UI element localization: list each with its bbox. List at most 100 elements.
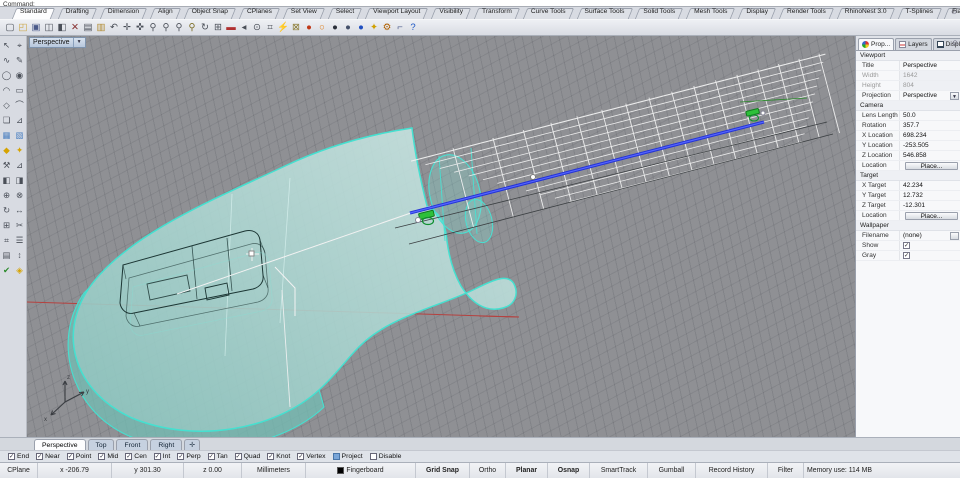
menu-tab-viewport-layout[interactable]: Viewport Layout: [367, 8, 426, 19]
zoom-icon[interactable]: ⚲: [147, 21, 159, 34]
chevron-down-icon[interactable]: ▼: [950, 92, 959, 100]
checkbox-int[interactable]: ✓: [154, 453, 161, 460]
viewport-layout-icon[interactable]: ⊞: [212, 21, 224, 34]
new-viewport-tab-icon[interactable]: ✛: [184, 439, 200, 450]
prop-value[interactable]: -253.505: [900, 141, 960, 150]
prop-value[interactable]: (none): [900, 231, 960, 240]
prop-value[interactable]: Perspective▼: [900, 91, 960, 100]
menu-tab-transform[interactable]: Transform: [476, 8, 518, 19]
sweep-icon[interactable]: ⊿: [13, 113, 26, 128]
menu-tab-t-splines[interactable]: T-Splines: [900, 8, 940, 19]
prop-value[interactable]: ✓: [900, 241, 960, 250]
menu-tab-display[interactable]: Display: [740, 8, 774, 19]
menu-tab-dimension[interactable]: Dimension: [102, 8, 145, 19]
rotate-view-icon[interactable]: ↻: [199, 21, 211, 34]
copy-to-clipboard-icon[interactable]: ◧: [56, 21, 68, 34]
pan-small-icon[interactable]: ◂: [238, 21, 250, 34]
select-arrow-icon[interactable]: ↖: [0, 38, 13, 53]
prop-value-text[interactable]: 42.234: [903, 181, 923, 191]
split-icon[interactable]: ⌗: [0, 233, 13, 248]
tools-icon[interactable]: ✦: [368, 21, 380, 34]
set-view-icon[interactable]: ⊙: [251, 21, 263, 34]
prop-value-text[interactable]: 546.858: [903, 151, 927, 161]
checkbox-quad[interactable]: ✓: [235, 453, 242, 460]
prop-value[interactable]: Place...: [900, 161, 960, 170]
point-icon[interactable]: ⌖: [13, 38, 26, 53]
array-icon[interactable]: ⊞: [0, 218, 13, 233]
viewport-tab-right[interactable]: Right: [150, 439, 182, 450]
rendered-sphere-icon[interactable]: ●: [355, 21, 367, 34]
menu-tab-render-tools[interactable]: Render Tools: [781, 8, 832, 19]
boolean-union-icon[interactable]: ◆: [0, 143, 13, 158]
status-filter[interactable]: Filter: [768, 463, 804, 478]
light-icon[interactable]: ⚡: [277, 21, 289, 34]
osnap-vertex[interactable]: ✓Vertex: [297, 453, 325, 460]
viewport-tab-perspective[interactable]: Perspective: [34, 439, 86, 450]
checkbox-cen[interactable]: ✓: [125, 453, 132, 460]
menu-tab-standard[interactable]: Standard: [14, 8, 53, 19]
checkbox-end[interactable]: ✓: [8, 453, 15, 460]
hide-objects-icon[interactable]: ◨: [13, 173, 26, 188]
osnap-point[interactable]: ✓Point: [67, 453, 92, 460]
osnap-int[interactable]: ✓Int: [154, 453, 171, 460]
chevron-down-icon[interactable]: ▼: [77, 37, 82, 48]
prop-value-text[interactable]: Perspective: [903, 61, 937, 71]
help-icon[interactable]: ?: [407, 21, 419, 34]
shaded-sphere-icon[interactable]: ●: [329, 21, 341, 34]
join-icon[interactable]: ⊕: [0, 188, 13, 203]
menu-tab-surface-tools[interactable]: Surface Tools: [579, 8, 631, 19]
chamfer-icon[interactable]: ⊿: [13, 158, 26, 173]
prop-value[interactable]: Place...: [900, 211, 960, 220]
menu-tab-solid-tools[interactable]: Solid Tools: [637, 8, 681, 19]
explode-icon[interactable]: ⊗: [13, 188, 26, 203]
place-button[interactable]: Place...: [905, 162, 958, 170]
checkbox-project[interactable]: [333, 453, 340, 460]
osnap-knot[interactable]: ✓Knot: [267, 453, 290, 460]
menu-tab-mesh-tools[interactable]: Mesh Tools: [688, 8, 733, 19]
curve-icon[interactable]: ∿: [0, 53, 13, 68]
status-record-history[interactable]: Record History: [696, 463, 768, 478]
viewport-title-tab[interactable]: Perspective ▼: [29, 37, 86, 48]
prop-value[interactable]: Perspective: [900, 61, 960, 70]
prop-value[interactable]: ✓: [900, 251, 960, 260]
boolean-diff-icon[interactable]: ✦: [13, 143, 26, 158]
menu-tab-visibility[interactable]: Visibility: [433, 8, 469, 19]
prop-value-text[interactable]: -12.301: [903, 201, 925, 211]
status-planar[interactable]: Planar: [506, 463, 548, 478]
status-x-206-79[interactable]: x -206.79: [38, 463, 112, 478]
status-z-0-00[interactable]: z 0.00: [184, 463, 242, 478]
polygon-icon[interactable]: ◇: [0, 98, 13, 113]
panel-tab-layers[interactable]: Layers: [895, 38, 932, 50]
checkbox-disable[interactable]: [370, 453, 377, 460]
checkbox-show[interactable]: ✓: [903, 242, 910, 249]
checkbox-tan[interactable]: ✓: [208, 453, 215, 460]
prop-value[interactable]: 546.858: [900, 151, 960, 160]
paste-icon[interactable]: ▥: [95, 21, 107, 34]
arc-icon[interactable]: ◠: [0, 83, 13, 98]
checkbox-vertex[interactable]: ✓: [297, 453, 304, 460]
ellipse-icon[interactable]: ◉: [13, 68, 26, 83]
prop-value[interactable]: 42.234: [900, 181, 960, 190]
menu-tab-set-view[interactable]: Set View: [285, 8, 323, 19]
status-millimeters[interactable]: Millimeters: [242, 463, 306, 478]
ghosted-sphere-icon[interactable]: ●: [342, 21, 354, 34]
viewport-tab-front[interactable]: Front: [116, 439, 148, 450]
checkbox-near[interactable]: ✓: [36, 453, 43, 460]
open-file-icon[interactable]: ◰: [17, 21, 29, 34]
named-view-icon[interactable]: ▬: [225, 21, 237, 34]
panel-tab-prop[interactable]: Prop...: [858, 38, 894, 50]
menu-tab-rhinonest-3-0[interactable]: RhinoNest 3.0: [839, 8, 893, 19]
check-icon[interactable]: ✔: [0, 263, 13, 278]
status-y-301-30[interactable]: y 301.30: [112, 463, 184, 478]
prop-value-text[interactable]: (none): [903, 231, 922, 241]
lock-objects-icon[interactable]: ◧: [0, 173, 13, 188]
status-osnap[interactable]: Osnap: [548, 463, 590, 478]
osnap-perp[interactable]: ✓Perp: [177, 453, 200, 460]
prop-value[interactable]: -12.301: [900, 201, 960, 210]
control-point-curve-icon[interactable]: ✎: [13, 53, 26, 68]
panel-options-icon[interactable]: ⊙: [952, 39, 958, 47]
bracket-tool-icon[interactable]: ⌐: [394, 21, 406, 34]
osnap-tan[interactable]: ✓Tan: [208, 453, 228, 460]
prop-value-text[interactable]: 698.234: [903, 131, 927, 141]
undo-icon[interactable]: ↶: [108, 21, 120, 34]
